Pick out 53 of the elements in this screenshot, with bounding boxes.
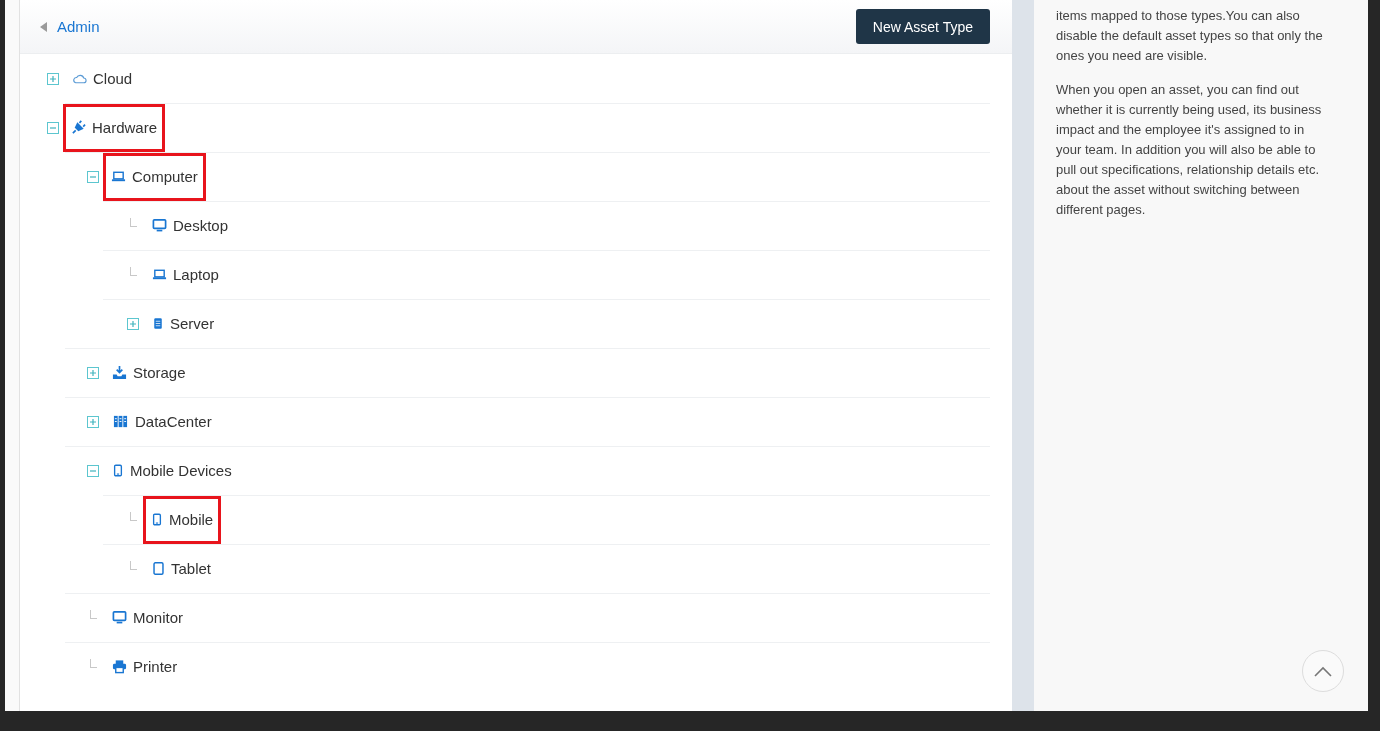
laptop-icon (152, 267, 167, 282)
expand-toggle[interactable] (47, 72, 59, 85)
plus-icon (130, 320, 136, 327)
plus-icon (90, 418, 96, 425)
back-arrow-icon (40, 21, 47, 32)
minus-icon (50, 124, 56, 131)
tree-item[interactable]: Monitor (133, 609, 184, 626)
minus-icon (90, 467, 96, 474)
tree-connector (89, 659, 97, 668)
tree-item[interactable]: Tablet (171, 560, 212, 577)
back-link[interactable]: Admin (40, 18, 100, 35)
plus-icon (90, 369, 96, 376)
tree-item[interactable]: Mobile (169, 511, 214, 528)
tree-item[interactable]: Computer (132, 168, 198, 185)
tree-connector (129, 267, 137, 276)
plug-icon (71, 120, 86, 135)
expand-toggle[interactable] (87, 415, 99, 428)
tablet-icon (152, 561, 165, 576)
tree-item[interactable]: DataCenter (135, 413, 212, 430)
expand-toggle[interactable] (127, 317, 139, 330)
server-rack-icon (112, 414, 129, 429)
phone-icon (151, 512, 163, 527)
scroll-to-top-button[interactable] (1302, 650, 1344, 692)
minus-icon (90, 173, 96, 180)
plus-icon (50, 75, 56, 82)
monitor-icon (152, 218, 167, 233)
server-icon (152, 316, 164, 331)
collapse-toggle[interactable] (47, 121, 59, 134)
tree-connector (89, 610, 97, 619)
tree-item[interactable]: Server (170, 315, 215, 332)
tree-item[interactable]: Storage (133, 364, 186, 381)
printer-icon (112, 659, 127, 674)
tree-item[interactable]: Hardware (92, 119, 158, 136)
tree-item[interactable]: Laptop (173, 266, 219, 283)
collapse-toggle[interactable] (87, 170, 99, 183)
phone-icon (112, 463, 124, 478)
tree-item[interactable]: Printer (133, 658, 178, 675)
help-paragraph: When you open an asset, you can find out whether it is currently being used, its business impact and the employee it's assigned to in your team. In addition you will also be able to pull out specifications, relationship details etc. about the asset without switching between different pages. (1056, 81, 1323, 219)
tree-item[interactable]: Mobile Devices (130, 462, 232, 479)
download-tray-icon (112, 365, 127, 380)
monitor-icon (112, 610, 127, 625)
tree-connector (129, 561, 137, 570)
tree-connector (129, 512, 137, 521)
tree-item[interactable]: Cloud (93, 70, 133, 87)
tree-connector (129, 218, 137, 227)
new-asset-type-button[interactable]: New Asset Type (855, 9, 990, 44)
collapse-toggle[interactable] (87, 464, 99, 477)
chevron-up-icon (1314, 665, 1332, 677)
help-paragraph: items mapped to those types.You can also disable the default asset types so that only the ones you need are visible. (1056, 7, 1324, 65)
laptop-icon (111, 169, 126, 184)
admin-link[interactable]: Admin (57, 18, 100, 35)
expand-toggle[interactable] (87, 366, 99, 379)
tree-item[interactable]: Desktop (173, 217, 229, 234)
